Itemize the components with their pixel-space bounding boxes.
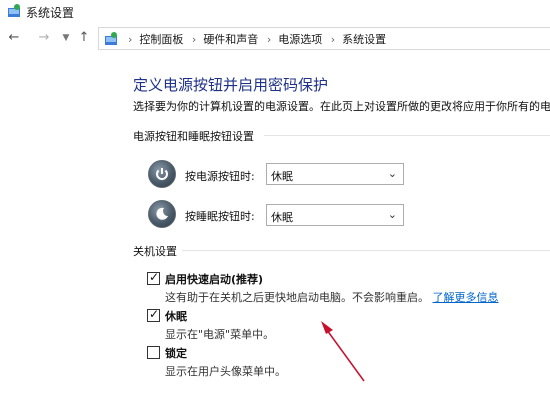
annotation-arrow-icon (321, 321, 365, 382)
